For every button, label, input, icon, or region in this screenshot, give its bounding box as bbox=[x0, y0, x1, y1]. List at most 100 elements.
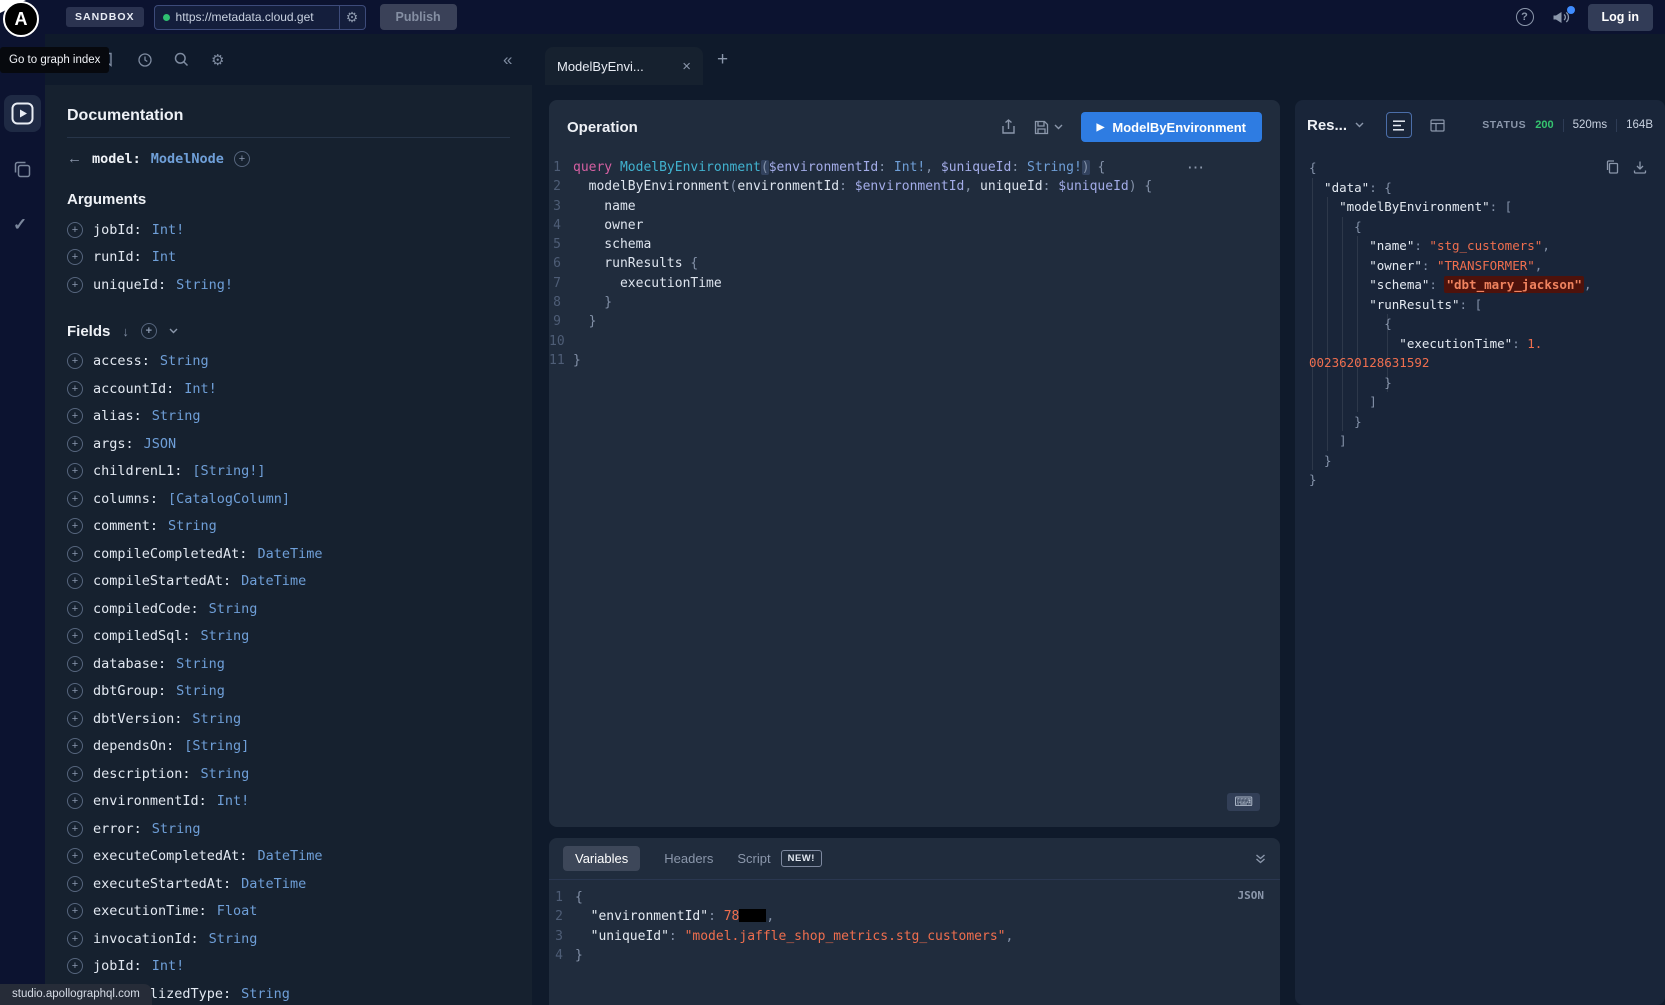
field-row[interactable]: + accountId: Int! bbox=[67, 375, 510, 403]
run-operation-button[interactable]: ▶ ModelByEnvironment bbox=[1081, 112, 1262, 142]
add-field-icon[interactable]: + bbox=[67, 848, 83, 864]
tab-headers[interactable]: Headers bbox=[664, 851, 713, 866]
add-field-icon[interactable]: + bbox=[67, 656, 83, 672]
endpoint-settings-button[interactable]: ⚙ bbox=[340, 5, 366, 30]
add-field-icon[interactable]: + bbox=[67, 793, 83, 809]
field-row[interactable]: + database: String bbox=[67, 650, 510, 678]
help-icon[interactable]: ? bbox=[1516, 8, 1534, 26]
field-type[interactable]: String bbox=[152, 821, 201, 837]
add-all-fields-icon[interactable]: + bbox=[234, 151, 250, 167]
share-button[interactable] bbox=[1001, 119, 1016, 135]
add-fields-icon[interactable]: + bbox=[141, 323, 157, 339]
add-field-icon[interactable]: + bbox=[67, 601, 83, 617]
add-field-icon[interactable]: + bbox=[67, 683, 83, 699]
table-view-button[interactable] bbox=[1424, 112, 1450, 138]
apollo-logo[interactable]: A bbox=[3, 1, 39, 37]
copy-response-button[interactable] bbox=[1606, 160, 1619, 174]
field-row[interactable]: + childrenL1: [String!] bbox=[67, 458, 510, 486]
collapse-docs-button[interactable]: « bbox=[503, 34, 512, 85]
field-row[interactable]: + invocationId: String bbox=[67, 925, 510, 953]
add-field-icon[interactable]: + bbox=[67, 711, 83, 727]
response-viewer[interactable]: { "data": { "modelByEnvironment": [ { "n… bbox=[1303, 150, 1657, 490]
field-row[interactable]: + comment: String bbox=[67, 513, 510, 541]
field-type[interactable]: String bbox=[168, 518, 217, 534]
download-response-button[interactable] bbox=[1633, 160, 1647, 174]
field-row[interactable]: + columns: [CatalogColumn] bbox=[67, 485, 510, 513]
field-type[interactable]: String bbox=[160, 353, 209, 369]
field-type[interactable]: String bbox=[192, 711, 241, 727]
collapse-variables-button[interactable] bbox=[1255, 854, 1266, 864]
add-field-icon[interactable]: + bbox=[67, 903, 83, 919]
field-row[interactable]: + compiledCode: String bbox=[67, 595, 510, 623]
field-row[interactable]: + executeCompletedAt: DateTime bbox=[67, 843, 510, 871]
field-type[interactable]: String bbox=[209, 601, 258, 617]
field-row[interactable]: + error: String bbox=[67, 815, 510, 843]
add-field-icon[interactable]: + bbox=[67, 353, 83, 369]
endpoint-url-input[interactable]: https://metadata.cloud.get bbox=[154, 5, 340, 30]
argument-row[interactable]: + jobId: Int! bbox=[67, 216, 510, 244]
field-type[interactable]: String bbox=[241, 986, 290, 1002]
field-row[interactable]: + access: String bbox=[67, 348, 510, 376]
add-field-icon[interactable]: + bbox=[67, 408, 83, 424]
argument-row[interactable]: + uniqueId: String! bbox=[67, 271, 510, 299]
raw-view-button[interactable] bbox=[1386, 112, 1412, 138]
field-type[interactable]: String bbox=[201, 628, 250, 644]
field-type[interactable]: Int! bbox=[217, 793, 250, 809]
field-type[interactable]: Int! bbox=[152, 958, 185, 974]
add-field-icon[interactable]: + bbox=[67, 931, 83, 947]
back-arrow-icon[interactable]: ← bbox=[67, 150, 82, 167]
field-row[interactable]: + compileCompletedAt: DateTime bbox=[67, 540, 510, 568]
field-row[interactable]: + compiledSql: String bbox=[67, 623, 510, 651]
add-field-icon[interactable]: + bbox=[67, 766, 83, 782]
field-row[interactable]: + dbtGroup: String bbox=[67, 678, 510, 706]
breadcrumb-type[interactable]: ModelNode bbox=[151, 151, 224, 167]
add-field-icon[interactable]: + bbox=[67, 463, 83, 479]
field-type[interactable]: [String] bbox=[184, 738, 249, 754]
argument-type[interactable]: Int bbox=[152, 249, 176, 265]
add-field-icon[interactable]: + bbox=[67, 381, 83, 397]
field-row[interactable]: + executeStartedAt: DateTime bbox=[67, 870, 510, 898]
tab-script[interactable]: Script NEW! bbox=[737, 850, 822, 867]
sort-down-icon[interactable]: ↓ bbox=[122, 324, 129, 339]
operation-editor[interactable]: 1query ModelByEnvironment($environmentId… bbox=[549, 154, 1280, 370]
more-options-icon[interactable]: ⋯ bbox=[1187, 158, 1206, 178]
argument-row[interactable]: + runId: Int bbox=[67, 244, 510, 272]
field-row[interactable]: + compileStartedAt: DateTime bbox=[67, 568, 510, 596]
add-field-icon[interactable]: + bbox=[67, 958, 83, 974]
field-type[interactable]: JSON bbox=[144, 436, 177, 452]
chevron-down-icon[interactable] bbox=[169, 328, 178, 334]
field-row[interactable]: + executionTime: Float bbox=[67, 898, 510, 926]
field-row[interactable]: + description: String bbox=[67, 760, 510, 788]
field-type[interactable]: String bbox=[176, 683, 225, 699]
field-type[interactable]: DateTime bbox=[241, 876, 306, 892]
variables-editor[interactable]: JSON 1{2 "environmentId": 78,3 "uniqueId… bbox=[549, 880, 1280, 965]
new-tab-button[interactable]: + bbox=[717, 34, 728, 85]
add-field-icon[interactable]: + bbox=[67, 518, 83, 534]
argument-type[interactable]: String! bbox=[176, 277, 233, 293]
field-row[interactable]: + alias: String bbox=[67, 403, 510, 431]
field-type[interactable]: Float bbox=[217, 903, 258, 919]
add-field-icon[interactable]: + bbox=[67, 546, 83, 562]
close-icon[interactable]: × bbox=[682, 58, 691, 75]
field-row[interactable]: + dbtVersion: String bbox=[67, 705, 510, 733]
add-field-icon[interactable]: + bbox=[67, 491, 83, 507]
field-type[interactable]: DateTime bbox=[257, 546, 322, 562]
publish-button[interactable]: Publish bbox=[380, 4, 457, 30]
checks-nav-button[interactable]: ✓ bbox=[13, 215, 27, 235]
add-field-icon[interactable]: + bbox=[67, 876, 83, 892]
explorer-nav-button[interactable] bbox=[4, 95, 41, 132]
schema-nav-button[interactable] bbox=[13, 160, 31, 178]
field-row[interactable]: + args: JSON bbox=[67, 430, 510, 458]
chevron-down-icon[interactable] bbox=[1355, 122, 1364, 128]
field-row[interactable]: + environmentId: Int! bbox=[67, 788, 510, 816]
add-argument-icon[interactable]: + bbox=[67, 222, 83, 238]
field-row[interactable]: + dependsOn: [String] bbox=[67, 733, 510, 761]
login-button[interactable]: Log in bbox=[1588, 4, 1654, 31]
explorer-settings-button[interactable]: ⚙ bbox=[211, 34, 224, 85]
add-argument-icon[interactable]: + bbox=[67, 277, 83, 293]
keyboard-shortcuts-icon[interactable]: ⌨ bbox=[1227, 793, 1260, 811]
field-type[interactable]: [String!] bbox=[192, 463, 265, 479]
field-type[interactable]: String bbox=[201, 766, 250, 782]
field-type[interactable]: DateTime bbox=[241, 573, 306, 589]
operation-tab[interactable]: ModelByEnvi... × bbox=[545, 47, 703, 85]
